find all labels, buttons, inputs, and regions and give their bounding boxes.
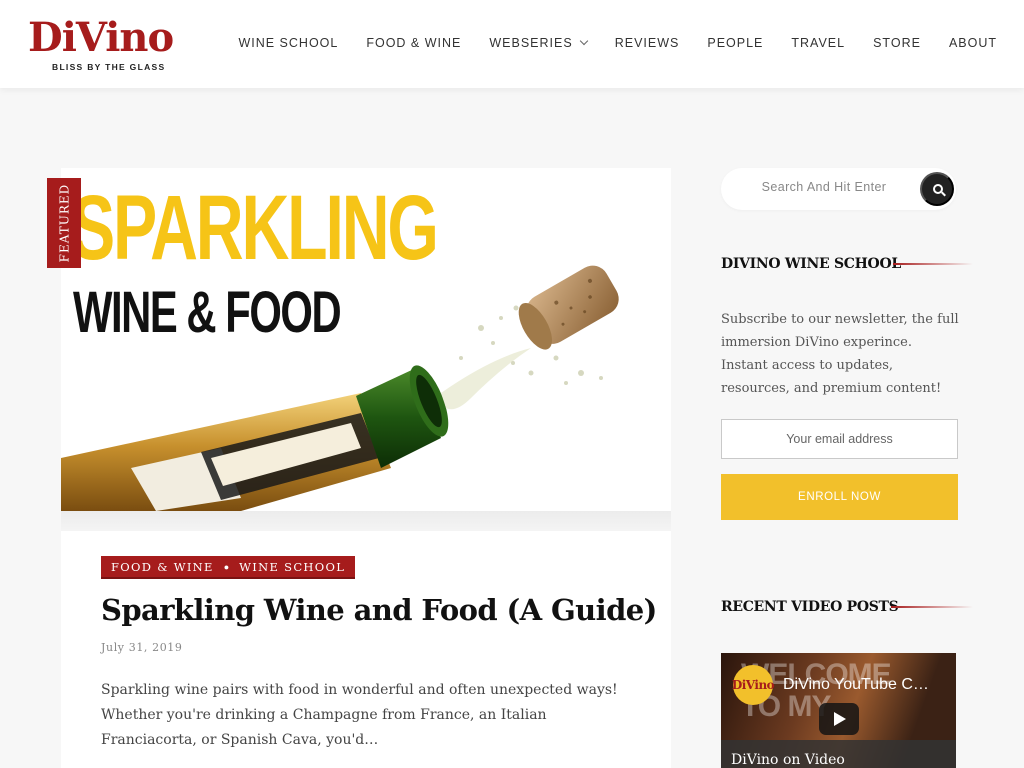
channel-avatar-label: DiVino [731, 678, 775, 692]
play-button[interactable] [819, 703, 859, 735]
chevron-down-icon [579, 36, 588, 46]
post-title[interactable]: Sparkling Wine and Food (A Guide) [101, 593, 657, 627]
featured-ribbon: FEATURED [47, 178, 81, 268]
site-logo[interactable]: DiVino BLISS BY THE GLASS [28, 14, 178, 74]
newsletter-description: Subscribe to our newsletter, the full im… [721, 312, 959, 396]
post-date: July 31, 2019 [101, 641, 183, 654]
nav-item-people[interactable]: PEOPLE [707, 36, 763, 50]
search-box [721, 168, 956, 210]
featured-post-card: FOOD & WINE ● WINE SCHOOL Sparkling Wine… [61, 531, 671, 768]
nav-item-webseries-label: WEBSERIES [489, 36, 573, 50]
widget-title-recent-videos: RECENT VIDEO POSTS [721, 599, 899, 615]
category-separator-icon: ● [223, 561, 230, 572]
image-title-line1: SPARKLING [71, 177, 439, 279]
nav-item-reviews[interactable]: REVIEWS [615, 36, 680, 50]
widget-title-underline [891, 606, 973, 608]
video-title[interactable]: DiVino YouTube C… [783, 676, 943, 694]
post-categories: FOOD & WINE ● WINE SCHOOL [101, 556, 356, 579]
featured-post-image[interactable]: SPARKLING WINE & FOOD [61, 168, 671, 511]
channel-avatar[interactable]: DiVino [731, 665, 775, 705]
video-player[interactable]: WELCOME TO MY DiVino DiVino YouTube C… D… [721, 653, 956, 768]
featured-ribbon-label: FEATURED [57, 183, 72, 263]
nav-item-food-wine[interactable]: FOOD & WINE [366, 36, 461, 50]
site-header: DiVino BLISS BY THE GLASS WINE SCHOOL FO… [0, 0, 1024, 88]
video-caption: DiVino on Video [731, 752, 845, 768]
widget-title-wine-school: DIVINO WINE SCHOOL [721, 256, 901, 272]
card-divider [61, 511, 671, 531]
enroll-button[interactable]: ENROLL NOW [721, 474, 958, 520]
nav-item-webseries[interactable]: WEBSERIES [489, 36, 588, 50]
search-button[interactable] [920, 172, 954, 206]
nav-item-store[interactable]: STORE [873, 36, 921, 50]
widget-title-underline [893, 263, 973, 265]
post-excerpt: Sparkling wine pairs with food in wonder… [101, 682, 618, 748]
category-link-wine-school[interactable]: WINE SCHOOL [239, 560, 345, 574]
logo-tagline: BLISS BY THE GLASS [52, 62, 166, 72]
nav-item-travel[interactable]: TRAVEL [791, 36, 845, 50]
nav-item-about[interactable]: ABOUT [949, 36, 997, 50]
nav-item-wine-school[interactable]: WINE SCHOOL [238, 36, 338, 50]
image-title-line2: WINE & FOOD [73, 280, 342, 345]
email-field[interactable] [721, 419, 958, 459]
search-input[interactable] [739, 180, 909, 194]
main-nav: WINE SCHOOL FOOD & WINE WEBSERIES REVIEW… [210, 36, 997, 50]
logo-wordmark: DiVino [28, 14, 174, 61]
category-link-food-wine[interactable]: FOOD & WINE [111, 560, 214, 574]
play-icon [834, 712, 846, 726]
